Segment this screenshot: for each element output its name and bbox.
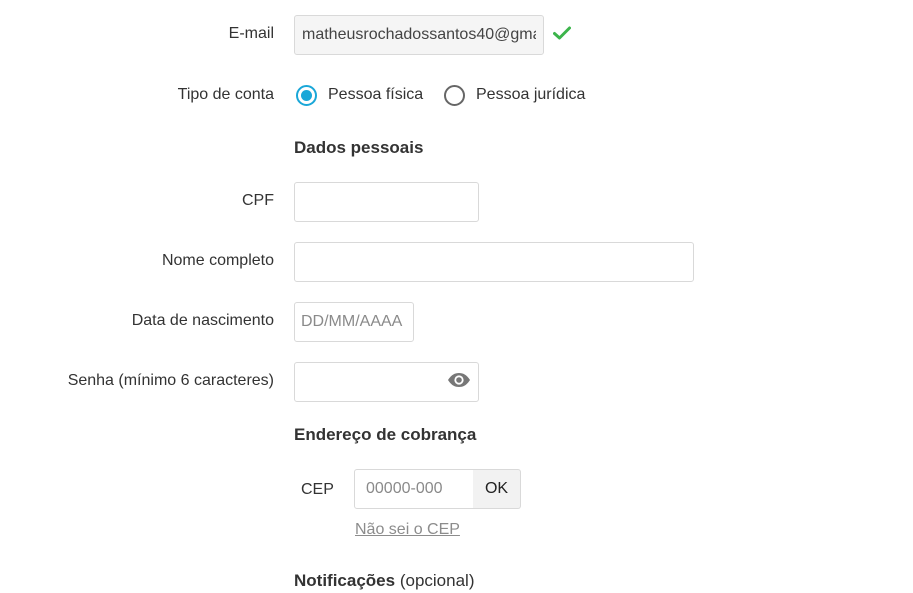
notifications-title: Notificações (opcional) <box>294 571 474 591</box>
eye-icon[interactable] <box>447 372 471 388</box>
password-label: Senha (mínimo 6 caracteres) <box>67 372 274 389</box>
radio-checked-icon[interactable] <box>296 84 317 106</box>
cpf-field[interactable] <box>294 182 479 222</box>
check-icon <box>553 26 571 40</box>
full-name-field[interactable] <box>294 242 694 282</box>
radio-pessoa-fisica[interactable]: Pessoa física <box>296 84 423 106</box>
radio-pessoa-fisica-label[interactable]: Pessoa física <box>328 86 423 104</box>
birth-date-field[interactable] <box>294 302 414 342</box>
billing-address-title: Endereço de cobrança <box>294 425 477 444</box>
cep-field[interactable] <box>354 469 474 509</box>
unknown-cep-link[interactable]: Não sei o CEP <box>355 521 460 539</box>
notifications-title-text: Notificações <box>294 571 396 590</box>
radio-pessoa-juridica-label[interactable]: Pessoa jurídica <box>476 86 585 104</box>
radio-pessoa-juridica[interactable]: Pessoa jurídica <box>444 84 585 106</box>
cep-ok-button[interactable]: OK <box>473 469 521 509</box>
full-name-label: Nome completo <box>161 252 274 269</box>
account-type-label: Tipo de conta <box>177 86 274 103</box>
personal-data-title: Dados pessoais <box>294 138 424 157</box>
email-label: E-mail <box>228 25 274 42</box>
cpf-label: CPF <box>242 192 274 209</box>
birth-date-label: Data de nascimento <box>131 312 274 329</box>
signup-form: E-mail Tipo de conta Pessoa física Pesso… <box>0 0 913 593</box>
notifications-optional-text: (opcional) <box>399 571 475 590</box>
radio-unchecked-icon[interactable] <box>444 84 465 106</box>
cep-label: CEP <box>301 481 334 498</box>
email-field[interactable] <box>294 15 544 55</box>
